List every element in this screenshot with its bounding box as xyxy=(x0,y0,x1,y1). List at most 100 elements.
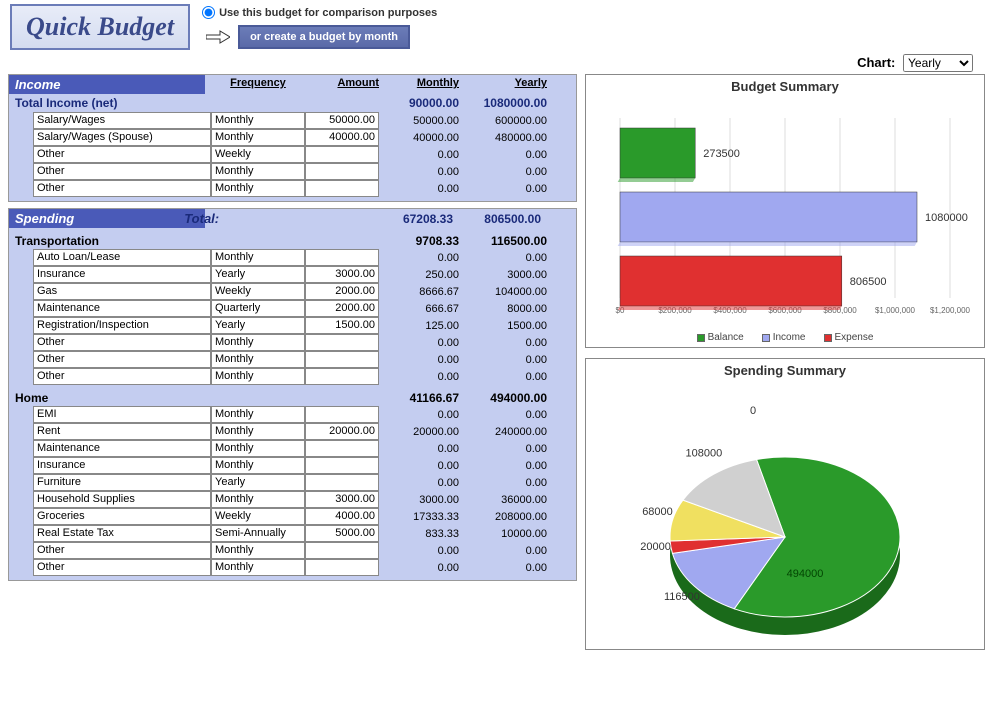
spending-monthly-value: 125.00 xyxy=(379,320,459,332)
spending-amt-cell[interactable] xyxy=(305,542,379,559)
spending-amt-cell[interactable] xyxy=(305,351,379,368)
income-freq-cell[interactable]: Monthly xyxy=(211,180,305,197)
spending-row: Other Monthly 0.00 0.00 xyxy=(9,559,576,576)
income-amt-cell[interactable] xyxy=(305,146,379,163)
spending-freq-cell[interactable]: Monthly xyxy=(211,542,305,559)
spending-row: Rent Monthly 20000.00 20000.00 240000.00 xyxy=(9,423,576,440)
spending-name-cell[interactable]: Auto Loan/Lease xyxy=(33,249,211,266)
spending-freq-cell[interactable]: Monthly xyxy=(211,334,305,351)
income-yearly-value: 0.00 xyxy=(459,183,547,195)
spending-monthly-value: 0.00 xyxy=(379,562,459,574)
spending-freq-cell[interactable]: Yearly xyxy=(211,266,305,283)
spending-freq-cell[interactable]: Monthly xyxy=(211,559,305,576)
col-yearly: Yearly xyxy=(459,77,547,90)
spending-freq-cell[interactable]: Monthly xyxy=(211,406,305,423)
col-amount: Amount xyxy=(305,77,379,90)
income-amt-cell[interactable] xyxy=(305,163,379,180)
spending-name-cell[interactable]: Real Estate Tax xyxy=(33,525,211,542)
spending-freq-cell[interactable]: Weekly xyxy=(211,283,305,300)
comparison-radio[interactable] xyxy=(202,6,215,19)
income-name-cell[interactable]: Salary/Wages (Spouse) xyxy=(33,129,211,146)
income-yearly-value: 480000.00 xyxy=(459,132,547,144)
spending-freq-cell[interactable]: Monthly xyxy=(211,457,305,474)
spending-amt-cell[interactable] xyxy=(305,406,379,423)
spending-name-cell[interactable]: Other xyxy=(33,334,211,351)
svg-text:1080000: 1080000 xyxy=(925,212,968,224)
spending-amt-cell[interactable] xyxy=(305,334,379,351)
income-amt-cell[interactable]: 40000.00 xyxy=(305,129,379,146)
spending-amt-cell[interactable]: 3000.00 xyxy=(305,266,379,283)
spending-yearly-value: 0.00 xyxy=(459,443,547,455)
income-amt-cell[interactable] xyxy=(305,180,379,197)
spending-monthly-value: 8666.67 xyxy=(379,286,459,298)
spending-name-cell[interactable]: Insurance xyxy=(33,266,211,283)
spending-name-cell[interactable]: Other xyxy=(33,351,211,368)
spending-name-cell[interactable]: EMI xyxy=(33,406,211,423)
income-monthly-value: 50000.00 xyxy=(379,115,459,127)
spending-name-cell[interactable]: Other xyxy=(33,559,211,576)
spending-freq-cell[interactable]: Weekly xyxy=(211,508,305,525)
spending-amt-cell[interactable]: 4000.00 xyxy=(305,508,379,525)
spending-freq-cell[interactable]: Yearly xyxy=(211,474,305,491)
spending-freq-cell[interactable]: Semi-Annually xyxy=(211,525,305,542)
spending-name-cell[interactable]: Household Supplies xyxy=(33,491,211,508)
category-header: Transportation9708.33116500.00 xyxy=(9,228,576,249)
income-name-cell[interactable]: Other xyxy=(33,180,211,197)
spending-amt-cell[interactable]: 5000.00 xyxy=(305,525,379,542)
income-name-cell[interactable]: Salary/Wages xyxy=(33,112,211,129)
budget-chart-title: Budget Summary xyxy=(590,79,980,94)
income-freq-cell[interactable]: Weekly xyxy=(211,146,305,163)
spending-name-cell[interactable]: Gas xyxy=(33,283,211,300)
income-name-cell[interactable]: Other xyxy=(33,146,211,163)
spending-yearly-value: 36000.00 xyxy=(459,494,547,506)
spending-title: Spending Total: xyxy=(9,209,205,228)
spending-freq-cell[interactable]: Monthly xyxy=(211,249,305,266)
spending-name-cell[interactable]: Groceries xyxy=(33,508,211,525)
spending-amt-cell[interactable] xyxy=(305,559,379,576)
spending-amt-cell[interactable]: 20000.00 xyxy=(305,423,379,440)
app-title: Quick Budget xyxy=(10,4,190,50)
spending-freq-cell[interactable]: Monthly xyxy=(211,423,305,440)
spending-amt-cell[interactable]: 2000.00 xyxy=(305,283,379,300)
spending-name-cell[interactable]: Other xyxy=(33,368,211,385)
income-yearly-value: 0.00 xyxy=(459,166,547,178)
spending-freq-cell[interactable]: Monthly xyxy=(211,440,305,457)
spending-freq-cell[interactable]: Yearly xyxy=(211,317,305,334)
spending-panel: Spending Total: 67208.33806500.00 Transp… xyxy=(8,208,577,581)
spending-amt-cell[interactable] xyxy=(305,440,379,457)
income-name-cell[interactable]: Other xyxy=(33,163,211,180)
income-freq-cell[interactable]: Monthly xyxy=(211,112,305,129)
spending-amt-cell[interactable] xyxy=(305,368,379,385)
svg-text:20000: 20000 xyxy=(640,541,671,553)
spending-monthly-value: 0.00 xyxy=(379,409,459,421)
spending-name-cell[interactable]: Maintenance xyxy=(33,440,211,457)
income-title: Income xyxy=(9,75,205,94)
income-monthly-value: 0.00 xyxy=(379,183,459,195)
spending-name-cell[interactable]: Furniture xyxy=(33,474,211,491)
spending-name-cell[interactable]: Rent xyxy=(33,423,211,440)
income-freq-cell[interactable]: Monthly xyxy=(211,163,305,180)
create-budget-button[interactable]: or create a budget by month xyxy=(238,25,410,49)
spending-amt-cell[interactable]: 2000.00 xyxy=(305,300,379,317)
spending-name-cell[interactable]: Maintenance xyxy=(33,300,211,317)
income-freq-cell[interactable]: Monthly xyxy=(211,129,305,146)
spending-amt-cell[interactable] xyxy=(305,474,379,491)
spending-freq-cell[interactable]: Monthly xyxy=(211,368,305,385)
spending-name-cell[interactable]: Registration/Inspection xyxy=(33,317,211,334)
spending-name-cell[interactable]: Insurance xyxy=(33,457,211,474)
spending-monthly-value: 20000.00 xyxy=(379,426,459,438)
spending-name-cell[interactable]: Other xyxy=(33,542,211,559)
spending-amt-cell[interactable] xyxy=(305,249,379,266)
income-monthly-value: 40000.00 xyxy=(379,132,459,144)
spending-freq-cell[interactable]: Quarterly xyxy=(211,300,305,317)
arrow-right-icon xyxy=(206,30,230,44)
income-amt-cell[interactable]: 50000.00 xyxy=(305,112,379,129)
income-yearly-value: 0.00 xyxy=(459,149,547,161)
spending-amt-cell[interactable]: 3000.00 xyxy=(305,491,379,508)
spending-freq-cell[interactable]: Monthly xyxy=(211,351,305,368)
chart-period-select[interactable]: Yearly xyxy=(903,54,973,72)
spending-freq-cell[interactable]: Monthly xyxy=(211,491,305,508)
spending-amt-cell[interactable]: 1500.00 xyxy=(305,317,379,334)
spending-amt-cell[interactable] xyxy=(305,457,379,474)
spending-row: Real Estate Tax Semi-Annually 5000.00 83… xyxy=(9,525,576,542)
